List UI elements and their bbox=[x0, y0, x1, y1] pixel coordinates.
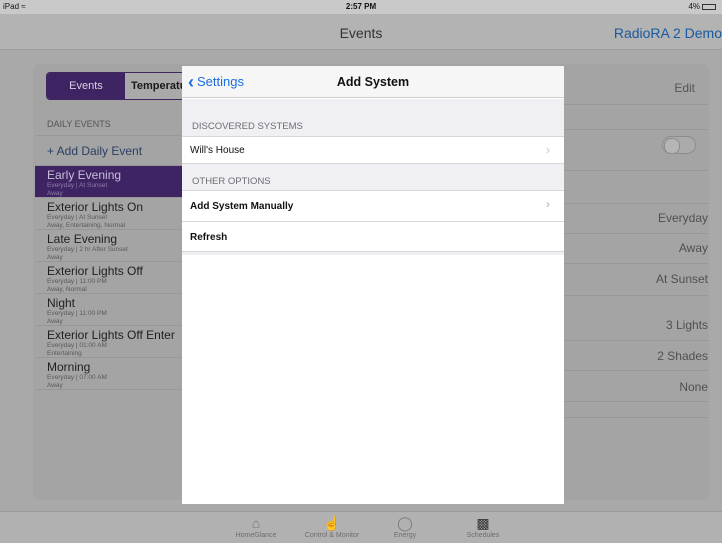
divider bbox=[564, 295, 709, 296]
tab-label: HomeGlance bbox=[235, 532, 277, 539]
detail-shades-value[interactable]: 2 Shades bbox=[657, 349, 708, 363]
segment-temperature[interactable]: Temperatu bbox=[125, 73, 187, 99]
divider bbox=[564, 417, 709, 418]
divider bbox=[564, 263, 709, 264]
list-item[interactable]: Exterior Lights Off Enter Everyday | 01:… bbox=[35, 326, 185, 358]
event-schedule: Everyday | 01:00 AM bbox=[47, 342, 107, 349]
option-label: Add System Manually bbox=[190, 201, 294, 212]
other-options-header: OTHER OPTIONS bbox=[192, 176, 271, 187]
list-item[interactable]: Night Everyday | 11:00 PM Away bbox=[35, 294, 185, 326]
tab-label: Control & Monitor bbox=[304, 532, 360, 539]
divider bbox=[564, 129, 709, 130]
list-item[interactable]: Exterior Lights Off Everyday | 11:00 PM … bbox=[35, 262, 185, 294]
home-icon: ⌂ bbox=[251, 515, 261, 531]
system-name-button[interactable]: RadioRA 2 Demo bbox=[614, 25, 722, 41]
system-name: Will's House bbox=[190, 145, 245, 156]
detail-mode-value[interactable]: Away bbox=[679, 241, 708, 255]
modal-title: Add System bbox=[336, 75, 410, 89]
event-title: Late Evening bbox=[47, 232, 118, 246]
add-system-modal: ‹ Settings Add System DISCOVERED SYSTEMS… bbox=[182, 66, 564, 504]
status-bar: iPad ≈ 2:57 PM 4% bbox=[0, 0, 722, 14]
event-schedule: Everyday | At Sunset bbox=[47, 182, 108, 189]
event-title: Early Evening bbox=[47, 168, 122, 182]
event-schedule: Everyday | 11:00 PM bbox=[47, 310, 107, 317]
tab-bar: ⌂ HomeGlance ☝ Control & Monitor ◯ Energ… bbox=[0, 511, 722, 543]
event-modes: Away bbox=[47, 254, 63, 261]
hand-icon: ☝ bbox=[323, 515, 341, 531]
event-enabled-toggle[interactable] bbox=[662, 136, 696, 154]
event-schedule: Everyday | 07:00 AM bbox=[47, 374, 107, 381]
chevron-right-icon: › bbox=[546, 197, 550, 211]
event-title: Exterior Lights Off Enter bbox=[47, 328, 175, 342]
divider bbox=[564, 401, 709, 402]
edit-button[interactable]: Edit bbox=[674, 81, 695, 95]
energy-icon: ◯ bbox=[397, 515, 413, 531]
list-item[interactable]: Morning Everyday | 07:00 AM Away bbox=[35, 358, 185, 390]
events-list: DAILY EVENTS + Add Daily Event Early Eve… bbox=[35, 110, 185, 390]
clapper-icon: ▩ bbox=[476, 515, 490, 531]
navigation-bar: Events RadioRA 2 Demo bbox=[0, 14, 722, 50]
detail-other-value[interactable]: None bbox=[679, 380, 708, 394]
refresh-row[interactable]: Refresh bbox=[182, 221, 564, 252]
list-item[interactable]: Late Evening Everyday | 2 hr After Sunse… bbox=[35, 230, 185, 262]
divider bbox=[564, 104, 709, 105]
event-modes: Away bbox=[47, 318, 63, 325]
event-schedule: Everyday | 11:00 PM bbox=[47, 278, 107, 285]
modal-header: ‹ Settings Add System bbox=[182, 66, 564, 98]
tab-label: Energy bbox=[393, 532, 417, 539]
status-time: 2:57 PM bbox=[345, 2, 377, 11]
segment-events[interactable]: Events bbox=[47, 73, 125, 99]
tab-control-monitor[interactable]: ☝ Control & Monitor bbox=[297, 512, 367, 539]
event-modes: Away, Entertaining, Normal bbox=[47, 222, 126, 229]
divider bbox=[564, 340, 709, 341]
divider bbox=[564, 233, 709, 234]
discovered-system-row[interactable]: Will's House › bbox=[182, 136, 564, 164]
battery-icon bbox=[702, 3, 716, 10]
event-modes: Away bbox=[47, 190, 63, 197]
divider bbox=[564, 370, 709, 371]
event-schedule: Everyday | At Sunset bbox=[47, 214, 108, 221]
event-modes: Away bbox=[47, 382, 63, 389]
list-item[interactable]: Early Evening Everyday | At Sunset Away bbox=[35, 166, 185, 198]
tab-label: Schedules bbox=[466, 532, 500, 539]
detail-repeat-value[interactable]: Everyday bbox=[658, 211, 708, 225]
discovered-systems-header: DISCOVERED SYSTEMS bbox=[192, 121, 303, 132]
add-daily-event-button[interactable]: + Add Daily Event bbox=[35, 136, 185, 166]
divider bbox=[564, 203, 709, 204]
segmented-control: Events Temperatu bbox=[46, 72, 196, 100]
add-system-manually-row[interactable]: Add System Manually › bbox=[182, 190, 564, 221]
event-title: Exterior Lights Off bbox=[47, 264, 143, 278]
option-label: Refresh bbox=[190, 232, 228, 243]
list-item[interactable]: Exterior Lights On Everyday | At Sunset … bbox=[35, 198, 185, 230]
detail-time-value[interactable]: At Sunset bbox=[656, 272, 708, 286]
event-title: Night bbox=[47, 296, 76, 310]
divider bbox=[564, 170, 709, 171]
tab-homeglance[interactable]: ⌂ HomeGlance bbox=[221, 512, 291, 539]
event-title: Exterior Lights On bbox=[47, 200, 144, 214]
event-schedule: Everyday | 2 hr After Sunset bbox=[47, 246, 128, 253]
daily-events-header: DAILY EVENTS bbox=[35, 110, 185, 136]
chevron-right-icon: › bbox=[546, 143, 550, 157]
battery-indicator: 4% bbox=[688, 2, 716, 11]
tab-energy[interactable]: ◯ Energy bbox=[370, 512, 440, 539]
detail-lights-value[interactable]: 3 Lights bbox=[666, 318, 708, 332]
event-modes: Entertaining bbox=[47, 350, 82, 357]
tab-schedules[interactable]: ▩ Schedules bbox=[448, 512, 518, 539]
modal-empty-area bbox=[182, 255, 564, 504]
event-title: Morning bbox=[47, 360, 91, 374]
event-modes: Away, Normal bbox=[47, 286, 87, 293]
